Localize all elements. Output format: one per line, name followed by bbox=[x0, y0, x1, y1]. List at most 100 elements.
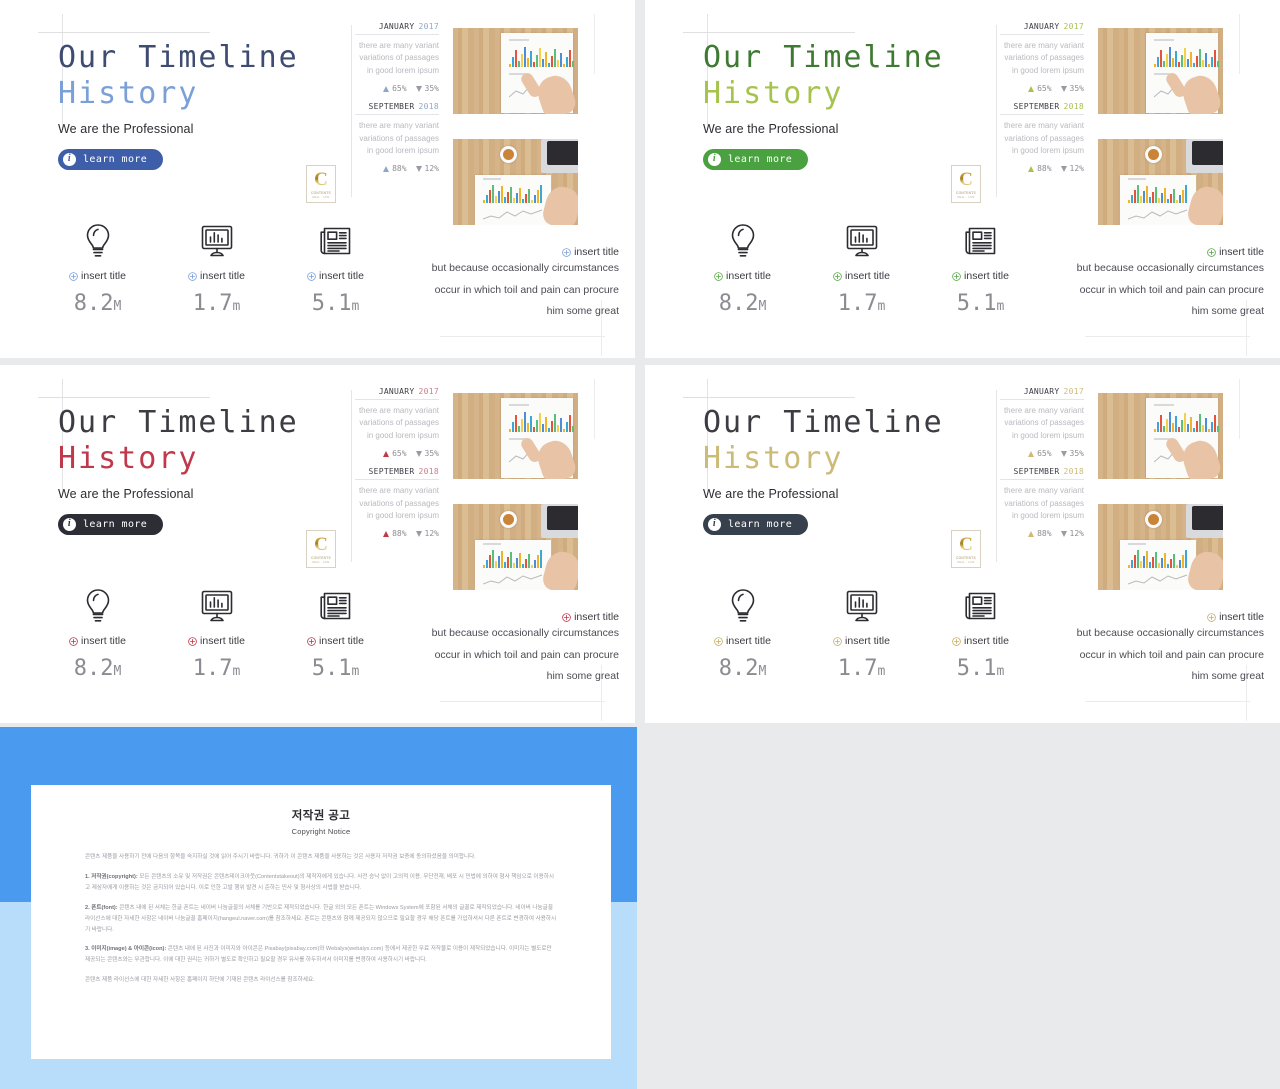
copyright-paragraph-0: 콘텐츠 제품을 사용하기 전에 다음의 항목을 숙지하실 것에 읽어 주시기 바… bbox=[85, 852, 557, 863]
lightbulb-icon bbox=[56, 222, 139, 260]
percent-down: 35% bbox=[1060, 449, 1084, 458]
feature-cell-1[interactable]: insert title 1.7m bbox=[175, 222, 258, 316]
desk-coffee-laptop-photo bbox=[453, 139, 578, 225]
deco-rule-vertical-right bbox=[594, 14, 595, 74]
learn-more-button[interactable]: i learn more bbox=[703, 513, 809, 535]
copyright-body: 콘텐츠 제품을 사용하기 전에 다음의 항목을 숙지하실 것에 읽어 주시기 바… bbox=[85, 852, 557, 986]
triangle-down-icon bbox=[415, 530, 422, 537]
learn-more-button[interactable]: i learn more bbox=[58, 513, 164, 535]
timeline-rule bbox=[996, 390, 997, 482]
coffee-liquid bbox=[1148, 149, 1159, 160]
triangle-down-icon bbox=[415, 450, 422, 457]
feature-label-text: insert title bbox=[845, 270, 890, 282]
triangle-up-icon bbox=[383, 530, 390, 537]
feature-row: insert title 8.2M insert title 1.7m inse… bbox=[56, 222, 377, 316]
page-title-line-1: Our Timeline bbox=[58, 40, 299, 75]
headline-block: Our Timeline History We are the Professi… bbox=[58, 405, 358, 535]
timeline-percents-1: 88% 12% bbox=[1000, 529, 1084, 538]
feature-cell-0[interactable]: insert title 8.2M bbox=[701, 587, 784, 681]
deco-rule-horizontal-top bbox=[683, 32, 855, 33]
timeline-entry-1: SEPTEMBER 2018 there are many variant var… bbox=[351, 102, 447, 198]
desk-chart-hand-photo bbox=[1098, 28, 1223, 114]
deco-rule-horizontal-bottom bbox=[1085, 336, 1250, 337]
desk-chart-hand-photo bbox=[453, 393, 578, 479]
triangle-down-icon bbox=[415, 165, 422, 172]
logo-watermark: C CONTENTS REAL - COM bbox=[951, 530, 981, 568]
timeline-entry-0: JANUARY 2017 there are many variant varia… bbox=[996, 387, 1092, 482]
percent-down: 12% bbox=[415, 529, 439, 538]
logo-subtitle: CONTENTS bbox=[311, 555, 331, 560]
plus-circle-icon bbox=[952, 271, 961, 281]
feature-cell-0[interactable]: insert title 8.2M bbox=[701, 222, 784, 316]
triangle-up-icon bbox=[1028, 450, 1035, 457]
paper-bar-chart bbox=[1154, 47, 1219, 67]
monitor-chart-icon bbox=[820, 222, 903, 260]
coffee-cup bbox=[1145, 511, 1162, 528]
deco-rule-horizontal-bottom bbox=[440, 336, 605, 337]
timeline-body-0: there are many variant variations of pas… bbox=[358, 406, 439, 440]
blurb-title-text: insert title bbox=[574, 246, 619, 258]
copyright-heading-ko: 저작권 공고 bbox=[291, 810, 351, 822]
headline-block: Our Timeline History We are the Professi… bbox=[703, 405, 1003, 535]
learn-more-button[interactable]: i learn more bbox=[58, 148, 164, 170]
feature-cell-0[interactable]: insert title 8.2M bbox=[56, 587, 139, 681]
feature-label-text: insert title bbox=[726, 270, 771, 282]
paper-bar-chart bbox=[509, 412, 574, 432]
feature-stat-1: 1.7m bbox=[192, 656, 241, 681]
timeline-separator bbox=[1000, 399, 1084, 400]
percent-down: 12% bbox=[1060, 164, 1084, 173]
triangle-down-icon bbox=[1060, 85, 1067, 92]
chart-paper bbox=[475, 175, 551, 225]
paragraph-lead: 3. 이미지(image) & 아이콘(icon): bbox=[85, 946, 167, 953]
laptop-keyboard bbox=[1192, 506, 1223, 530]
feature-cell-0[interactable]: insert title 8.2M bbox=[56, 222, 139, 316]
learn-more-button[interactable]: i learn more bbox=[703, 148, 809, 170]
page-title-line-1: Our Timeline bbox=[703, 405, 944, 440]
blurb-title-text: insert title bbox=[1219, 611, 1264, 623]
timeline-separator bbox=[1000, 34, 1084, 35]
timeline-entry-1: SEPTEMBER 2018 there are many variant var… bbox=[351, 467, 447, 563]
logo-letter: C bbox=[314, 533, 328, 555]
feature-label-text: insert title bbox=[81, 635, 126, 647]
deco-rule-vertical-right bbox=[1239, 379, 1240, 439]
blurb-title: insert title bbox=[359, 246, 619, 258]
desk-chart-hand-photo bbox=[453, 28, 578, 114]
timeline-body-1: there are many variant variations of pas… bbox=[1003, 121, 1084, 155]
copyright-panel: 저작권 공고 Copyright Notice 콘텐츠 제품을 사용하기 전에 … bbox=[0, 727, 637, 1089]
plus-circle-icon bbox=[562, 247, 571, 257]
feature-cell-1[interactable]: insert title 1.7m bbox=[820, 222, 903, 316]
coffee-cup bbox=[500, 511, 517, 528]
timeline-separator bbox=[1000, 479, 1084, 481]
copyright-header: 저작권 공고 Copyright Notice bbox=[31, 807, 611, 836]
deco-rule-vertical-right bbox=[594, 379, 595, 439]
timeline-percents-0: 65% 35% bbox=[355, 84, 439, 93]
feature-row: insert title 8.2M insert title 1.7m inse… bbox=[701, 587, 1022, 681]
percent-up: 88% bbox=[383, 164, 407, 173]
timeline-date-0: JANUARY 2017 bbox=[378, 22, 439, 31]
copyright-document: 저작권 공고 Copyright Notice 콘텐츠 제품을 사용하기 전에 … bbox=[31, 785, 611, 1059]
plus-circle-icon bbox=[69, 636, 78, 646]
deco-rule-horizontal-top bbox=[38, 397, 210, 398]
feature-cell-1[interactable]: insert title 1.7m bbox=[175, 587, 258, 681]
page-subtitle: We are the Professional bbox=[58, 486, 194, 501]
paper-bar-chart bbox=[483, 550, 542, 568]
blurb-title: insert title bbox=[359, 611, 619, 623]
timeline-body-0: there are many variant variations of pas… bbox=[1003, 406, 1084, 440]
feature-label-text: insert title bbox=[964, 270, 1009, 282]
copyright-paragraph-3: 3. 이미지(image) & 아이콘(icon): 콘텐츠 내에 된 사진과 … bbox=[85, 944, 557, 966]
screenshot-canvas: Our Timeline History We are the Professi… bbox=[0, 0, 1280, 1089]
logo-subtitle-2: REAL - COM bbox=[312, 195, 330, 199]
timeline-date-1: SEPTEMBER 2018 bbox=[1013, 102, 1084, 112]
info-icon: i bbox=[708, 152, 721, 166]
deco-rule-horizontal-top bbox=[38, 32, 210, 33]
blurb-line-1: occur in which toil and pain can procure bbox=[434, 648, 619, 661]
timeline-rule bbox=[996, 25, 997, 117]
timeline-body-0: there are many variant variations of pas… bbox=[1003, 41, 1084, 75]
page-subtitle: We are the Professional bbox=[703, 486, 839, 501]
page-title-line-2: History bbox=[703, 441, 844, 477]
feature-stat-0: 8.2M bbox=[73, 291, 122, 316]
feature-cell-1[interactable]: insert title 1.7m bbox=[820, 587, 903, 681]
desk-coffee-laptop-photo bbox=[1098, 139, 1223, 225]
timeline-rule bbox=[996, 470, 997, 563]
page-title-line-2: History bbox=[58, 441, 199, 477]
